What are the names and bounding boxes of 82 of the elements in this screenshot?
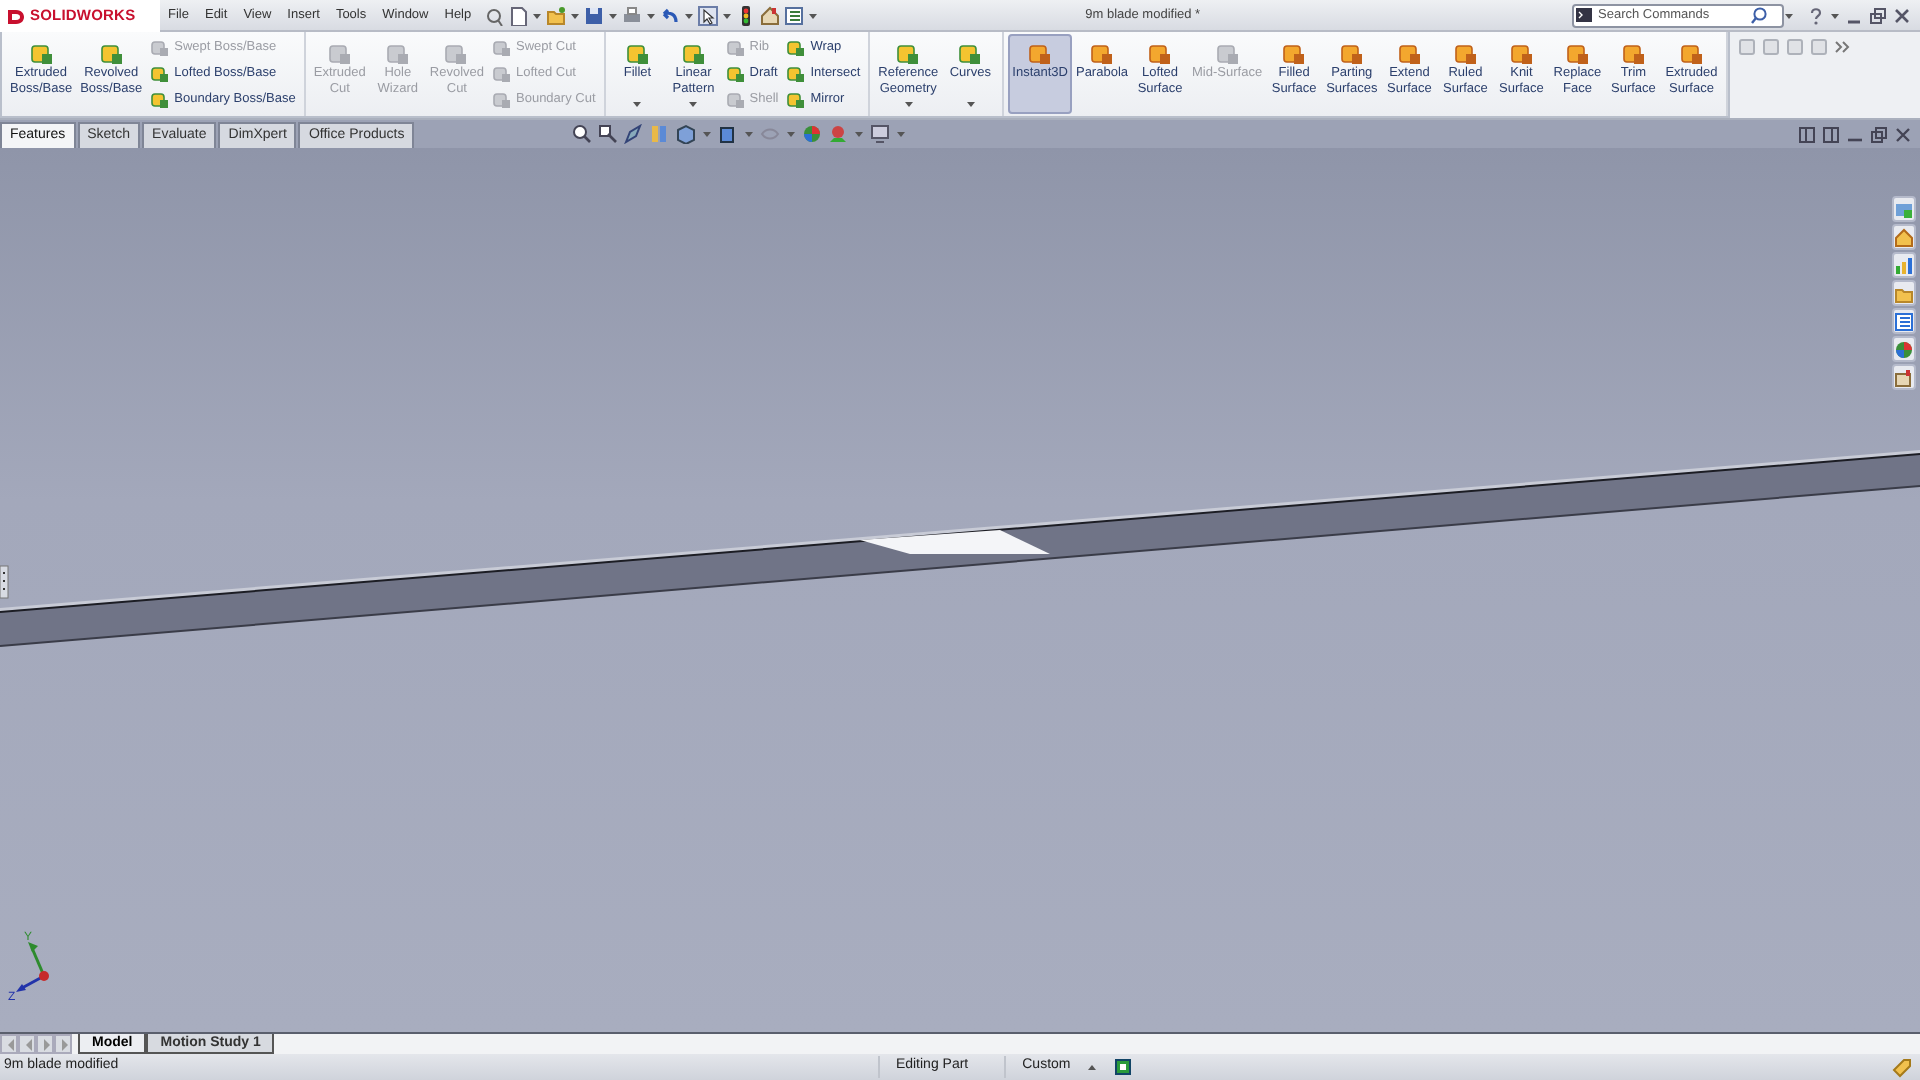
tool-icon — [29, 42, 54, 66]
tool-icon — [896, 42, 921, 66]
color-ball-icon[interactable] — [802, 124, 823, 144]
task-pane-tab[interactable] — [1892, 336, 1916, 362]
pointer-icon[interactable] — [697, 5, 718, 25]
box-icon[interactable] — [718, 124, 739, 144]
tool-icon — [786, 63, 807, 84]
grip-handle[interactable] — [0, 565, 9, 599]
close-icon[interactable] — [1894, 125, 1912, 143]
printer-icon[interactable] — [621, 5, 642, 25]
help-icon[interactable] — [1806, 5, 1826, 25]
tool-icon — [1339, 42, 1364, 66]
list-icon[interactable] — [783, 5, 804, 25]
zoom-area-icon[interactable] — [598, 124, 619, 144]
tool-icon — [1509, 42, 1534, 66]
split-right-icon[interactable] — [1822, 125, 1840, 143]
y-axis-arrow — [28, 942, 46, 977]
task-pane-tab[interactable] — [1892, 280, 1916, 306]
color-ball-icon — [1894, 339, 1914, 359]
tool-icon — [492, 90, 512, 111]
tool-icon — [492, 63, 512, 84]
cube-icon[interactable] — [676, 124, 697, 144]
chevron-icon[interactable] — [1833, 38, 1850, 56]
caret-icon[interactable] — [632, 96, 643, 112]
folder-icon[interactable] — [545, 5, 566, 25]
box-icon — [1894, 367, 1914, 387]
tool-icon — [786, 90, 807, 111]
tool-icon — [1565, 42, 1590, 66]
task-pane-tab[interactable] — [1892, 364, 1916, 390]
new-document-icon[interactable] — [507, 5, 528, 25]
pencil-icon[interactable] — [624, 124, 645, 144]
tool-icon — [1453, 42, 1478, 66]
list-icon — [1894, 311, 1914, 331]
undo-arrow-icon[interactable] — [659, 5, 680, 25]
caret-icon[interactable] — [854, 126, 865, 142]
close-icon[interactable] — [1892, 5, 1912, 25]
tool-icon — [725, 63, 746, 84]
tool-icon — [1679, 42, 1704, 66]
house-icon — [1894, 227, 1914, 247]
window-icon — [1894, 199, 1914, 219]
tool-icon — [385, 42, 410, 66]
monitor-icon[interactable] — [870, 124, 891, 144]
tool-icon — [725, 37, 746, 58]
restore-icon[interactable] — [1868, 5, 1888, 25]
restore-icon[interactable] — [1870, 125, 1888, 143]
tool-icon — [150, 90, 171, 111]
tool-icon — [327, 42, 352, 66]
tool-icon — [492, 37, 512, 58]
logo-icon — [6, 6, 26, 24]
task-pane-tab[interactable] — [1892, 308, 1916, 334]
tool-icon — [786, 37, 807, 58]
tool-icon — [1621, 42, 1646, 66]
task-pane-tab[interactable] — [1892, 252, 1916, 278]
origin-dot — [39, 971, 49, 981]
tool-icon — [1282, 42, 1307, 66]
tool-icon — [958, 42, 983, 66]
tool-icon — [444, 42, 469, 66]
house-icon[interactable] — [759, 5, 780, 25]
tool-icon — [1148, 42, 1173, 66]
tool-icon — [725, 90, 746, 111]
caret-icon[interactable] — [744, 126, 755, 142]
search-icon[interactable] — [1750, 6, 1768, 24]
caret-icon[interactable] — [965, 96, 976, 112]
zoom-icon[interactable] — [572, 124, 593, 144]
tool-icon — [625, 42, 650, 66]
terminal-icon — [1574, 6, 1594, 24]
folder-icon — [1894, 283, 1914, 303]
bar-chart-icon — [1894, 255, 1914, 275]
split-left-icon[interactable] — [1798, 125, 1816, 143]
task-pane-tab[interactable] — [1892, 196, 1916, 222]
tool-icon — [150, 37, 171, 58]
help-icon[interactable] — [1114, 1058, 1133, 1076]
caret-icon[interactable] — [786, 126, 797, 142]
z-axis-arrow — [16, 974, 45, 992]
task-pane-tab[interactable] — [1892, 224, 1916, 250]
tool-icon — [1028, 42, 1053, 66]
tool-icon — [99, 42, 124, 66]
tool-icon — [1090, 42, 1114, 66]
tool-icon — [150, 63, 171, 84]
tool-icon — [681, 42, 706, 66]
tool-icon — [1215, 42, 1240, 66]
tool-icon — [1397, 42, 1422, 66]
